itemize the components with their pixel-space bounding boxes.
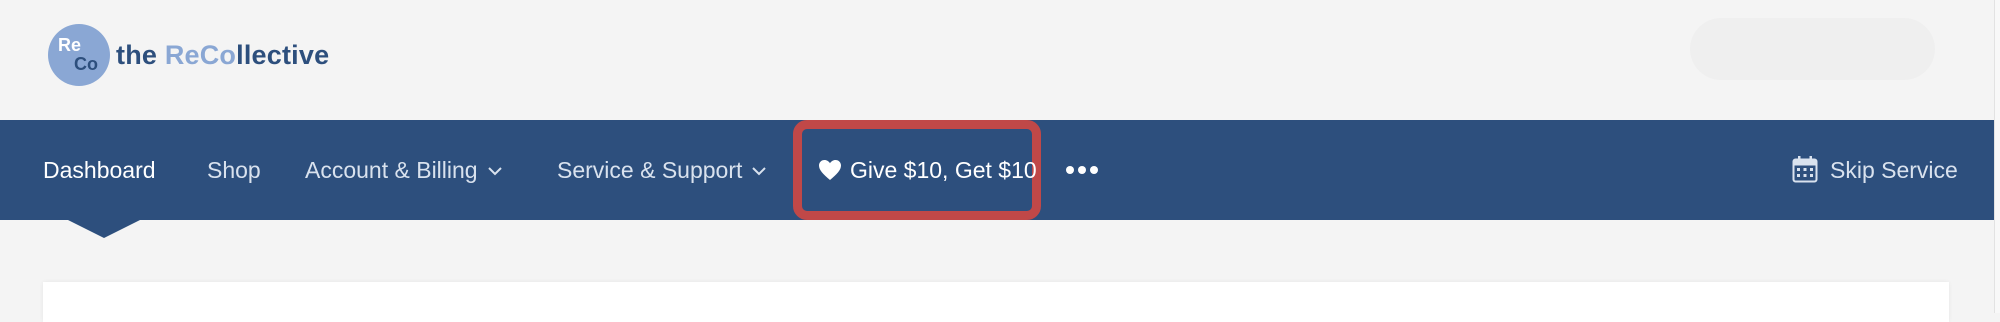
brand-logo[interactable]: Re Co the ReCollective <box>48 24 329 86</box>
header-account-area <box>1690 18 1935 80</box>
more-dot <box>1090 166 1098 174</box>
logo-badge-co: Co <box>74 54 98 74</box>
brand-name-the: the <box>116 39 165 70</box>
chevron-down-icon <box>487 167 502 176</box>
nav-account-billing[interactable]: Account & Billing <box>305 120 502 220</box>
nav-account-billing-label: Account & Billing <box>305 157 478 183</box>
heart-icon <box>819 159 841 180</box>
nav-shop[interactable]: Shop <box>207 120 261 220</box>
brand-name: the ReCollective <box>116 40 329 71</box>
brand-name-reco: ReCo <box>164 39 237 70</box>
logo-badge: Re Co <box>48 24 110 86</box>
skip-service-link[interactable]: Skip Service <box>1792 120 1958 220</box>
skip-service-label: Skip Service <box>1830 157 1958 183</box>
more-dot <box>1078 166 1086 174</box>
nav-give-get[interactable]: Give $10, Get $10 <box>818 120 1037 220</box>
chevron-down-icon <box>752 167 767 176</box>
nav-service-support[interactable]: Service & Support <box>557 120 767 220</box>
nav-service-support-label: Service & Support <box>557 157 743 183</box>
more-dots-icon[interactable] <box>1066 120 1098 220</box>
nav-give-get-label: Give $10, Get $10 <box>850 157 1037 183</box>
brand-name-llective: llective <box>236 39 330 70</box>
more-dot <box>1066 166 1074 174</box>
calendar-icon <box>1792 155 1818 183</box>
active-nav-indicator <box>68 220 140 238</box>
site-header: Re Co the ReCollective <box>0 0 2000 120</box>
content-card <box>43 282 1949 322</box>
nav-dashboard[interactable]: Dashboard <box>43 120 156 220</box>
logo-badge-re: Re <box>58 35 82 55</box>
scrollbar[interactable] <box>1994 0 2000 313</box>
